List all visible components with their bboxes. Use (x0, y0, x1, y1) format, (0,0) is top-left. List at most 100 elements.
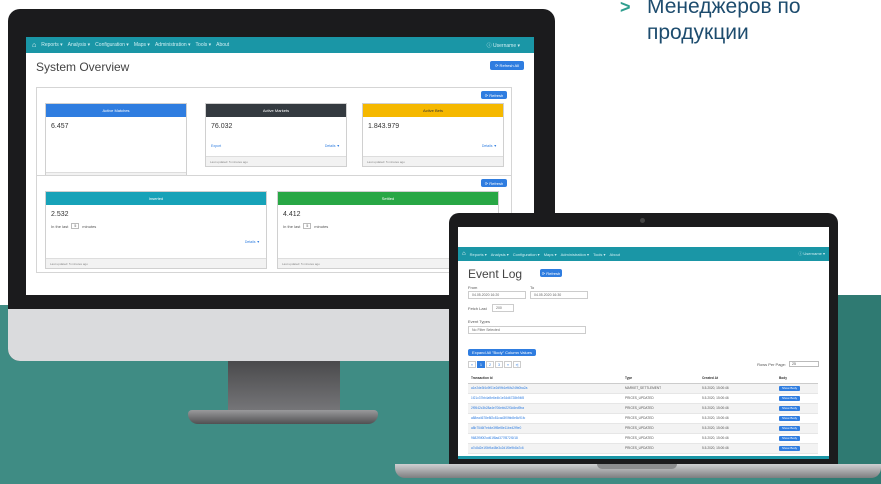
page-button[interactable]: 2 (486, 361, 494, 368)
to-label: To (530, 285, 535, 290)
nav-reports[interactable]: Reports ▾ (470, 252, 487, 257)
nav-configuration[interactable]: Configuration ▾ (513, 252, 540, 257)
nav-tools[interactable]: Tools ▾ (196, 42, 212, 48)
table-header-row: Transaction Id Type Created At Body (468, 373, 818, 384)
home-icon[interactable]: ⌂ (462, 251, 466, 257)
card-value: 76.032 (211, 123, 233, 130)
nav-maps[interactable]: Maps ▾ (134, 42, 150, 48)
nav-reports[interactable]: Reports ▾ (41, 42, 62, 48)
details-link[interactable]: Details ▼ (245, 240, 260, 244)
table-row: 9682f5f0f2cd61f8ad377f872f1f18 PRICES_UPD… (468, 433, 818, 444)
chevron-right-icon: > (620, 0, 631, 17)
expand-body-button[interactable]: Expand All "Body" Column Values (468, 349, 536, 356)
page-first-button[interactable]: « (468, 361, 476, 368)
fetch-last-label: Fetch Last (468, 306, 487, 311)
card-header: Active Bets (363, 104, 503, 117)
table-row: a88ea4678e8f2c81cad3f0fbb8e8c91fc PRICES_… (468, 413, 818, 424)
body-cell: Show Body (776, 443, 818, 454)
transaction-id-link[interactable]: a88ea4678e8f2c81cad3f0fbb8e8c91fc (468, 413, 622, 424)
user-menu[interactable]: ⓘ Username ▾ (487, 42, 520, 49)
show-body-button[interactable]: Show Body (779, 405, 801, 411)
nav-analysis[interactable]: Analysis ▾ (491, 252, 509, 257)
created-at: 5.5.2020, 15:00:46 (699, 413, 776, 424)
user-menu[interactable]: ⓘ Username ▾ (798, 251, 825, 257)
body-cell: Show Body (776, 403, 818, 414)
show-body-button[interactable]: Show Body (779, 445, 801, 451)
nav-maps[interactable]: Maps ▾ (544, 252, 557, 257)
show-body-button[interactable]: Show Body (779, 425, 801, 431)
page-button[interactable]: 1 (477, 361, 485, 368)
from-datetime-input[interactable]: 04.05.2020 16:20 (468, 291, 526, 299)
event-types-select[interactable]: No Filter Selected (468, 326, 586, 334)
minutes-stepper[interactable]: 5 (303, 223, 312, 229)
monitor-stand-neck (228, 361, 340, 417)
event-types-label: Event Types (468, 319, 490, 324)
transaction-id-link[interactable]: 1f21c37bb4a9e6e4b1e34d6728b94f8 (468, 393, 622, 404)
table-row: a1e2de3f4c9f01e2d9fb1ef6fc24fb0ba2a MARKE… (468, 383, 818, 394)
webcam-icon (640, 218, 645, 223)
show-body-button[interactable]: Show Body (779, 385, 801, 391)
pagination: « 1 2 3 » »| (468, 361, 521, 368)
minutes-stepper[interactable]: 5 (71, 223, 80, 229)
transaction-id-link[interactable]: a1e2de3f4c9f01e2d9fb1ef6fc24fb0ba2a (468, 383, 622, 394)
nav-tools[interactable]: Tools ▾ (593, 252, 605, 257)
interval-unit: minutes (314, 223, 329, 229)
monitor-stand-foot (188, 410, 378, 424)
nav-about[interactable]: About (610, 252, 620, 257)
card-header: Active Matches (46, 104, 186, 117)
interval-control: In the last 5 minutes (51, 223, 96, 229)
refresh-button[interactable]: ⟳ Refresh (481, 91, 507, 99)
card-active-matches: Active Matches 6.457 Last updated: 5 min… (45, 103, 187, 183)
event-log-table: Transaction Id Type Created At Body a1e2… (468, 373, 818, 454)
top-navbar: ⌂ Reports ▾ Analysis ▾ Configuration ▾ M… (26, 37, 534, 53)
rows-per-page-label: Rows Per Page: (757, 361, 786, 367)
laptop-notch (597, 464, 677, 469)
nav-about[interactable]: About (216, 42, 229, 48)
nav-administration[interactable]: Administration ▾ (155, 42, 191, 48)
transaction-id-link[interactable]: 9682f5f0f2cd61f8ad377f872f1f18 (468, 433, 622, 444)
laptop: ⌂ Reports ▾ Analysis ▾ Configuration ▾ M… (449, 213, 838, 469)
page-last-button[interactable]: »| (513, 361, 521, 368)
transaction-id-link[interactable]: a8b7546f7eb4e3ff5ef8e11be42f9e0 (468, 423, 622, 434)
show-body-button[interactable]: Show Body (779, 415, 801, 421)
export-link[interactable]: Export (211, 144, 221, 148)
card-header: Active Markets (206, 104, 346, 117)
event-type: PRICES_UPDATED (622, 423, 699, 434)
laptop-screen: ⌂ Reports ▾ Analysis ▾ Configuration ▾ M… (458, 227, 829, 459)
home-icon[interactable]: ⌂ (32, 42, 36, 49)
column-header[interactable]: Transaction Id (468, 373, 622, 384)
table-row: 1f21c37bb4a9e6e4b1e34d6728b94f8 PRICES_UP… (468, 393, 818, 404)
page-next-button[interactable]: » (504, 361, 512, 368)
card-value: 6.457 (51, 123, 69, 130)
created-at: 5.5.2020, 15:00:46 (699, 393, 776, 404)
interval-label: In the last (51, 223, 69, 229)
body-cell: Show Body (776, 433, 818, 444)
to-datetime-input[interactable]: 04.05.2020 16:30 (530, 291, 588, 299)
details-link[interactable]: Details ▼ (482, 144, 497, 148)
table-row: a7c8d2e1f0b9a48e3c2d1f0e9b8a7c6 PRICES_UP… (468, 443, 818, 454)
nav-administration[interactable]: Administration ▾ (561, 252, 589, 257)
refresh-button[interactable]: ⟳ Refresh (481, 179, 507, 187)
rows-per-page-select[interactable]: 25 (789, 361, 819, 367)
fetch-last-select[interactable]: 200 (492, 304, 514, 312)
show-body-button[interactable]: Show Body (779, 435, 801, 441)
card-footer: Last updated: 5 minutes ago (46, 258, 266, 268)
page-button[interactable]: 3 (495, 361, 503, 368)
nav-configuration[interactable]: Configuration ▾ (95, 42, 129, 48)
transaction-id-link[interactable]: 2f9542c3b28a4e706ebb22f3d4ed9ba (468, 403, 622, 414)
from-label: From (468, 285, 478, 290)
nav-analysis[interactable]: Analysis ▾ (68, 42, 91, 48)
card-footer: Last updated: 5 minutes ago (206, 156, 346, 166)
card-footer: Last updated: 5 minutes ago (363, 156, 503, 166)
column-header: Body (776, 373, 818, 384)
card-inserted: Inserted 2.532 In the last 5 minutes Det… (45, 191, 267, 269)
column-header[interactable]: Type (622, 373, 699, 384)
refresh-all-button[interactable]: ⟳ Refresh All (490, 61, 524, 70)
body-cell: Show Body (776, 393, 818, 404)
show-body-button[interactable]: Show Body (779, 395, 801, 401)
transaction-id-link[interactable]: a7c8d2e1f0b9a48e3c2d1f0e9b8a7c6 (468, 443, 622, 454)
details-link[interactable]: Details ▼ (325, 144, 340, 148)
refresh-button[interactable]: ⟳ Refresh (540, 269, 562, 277)
column-header[interactable]: Created At (699, 373, 776, 384)
page-title: Event Log (468, 267, 523, 281)
